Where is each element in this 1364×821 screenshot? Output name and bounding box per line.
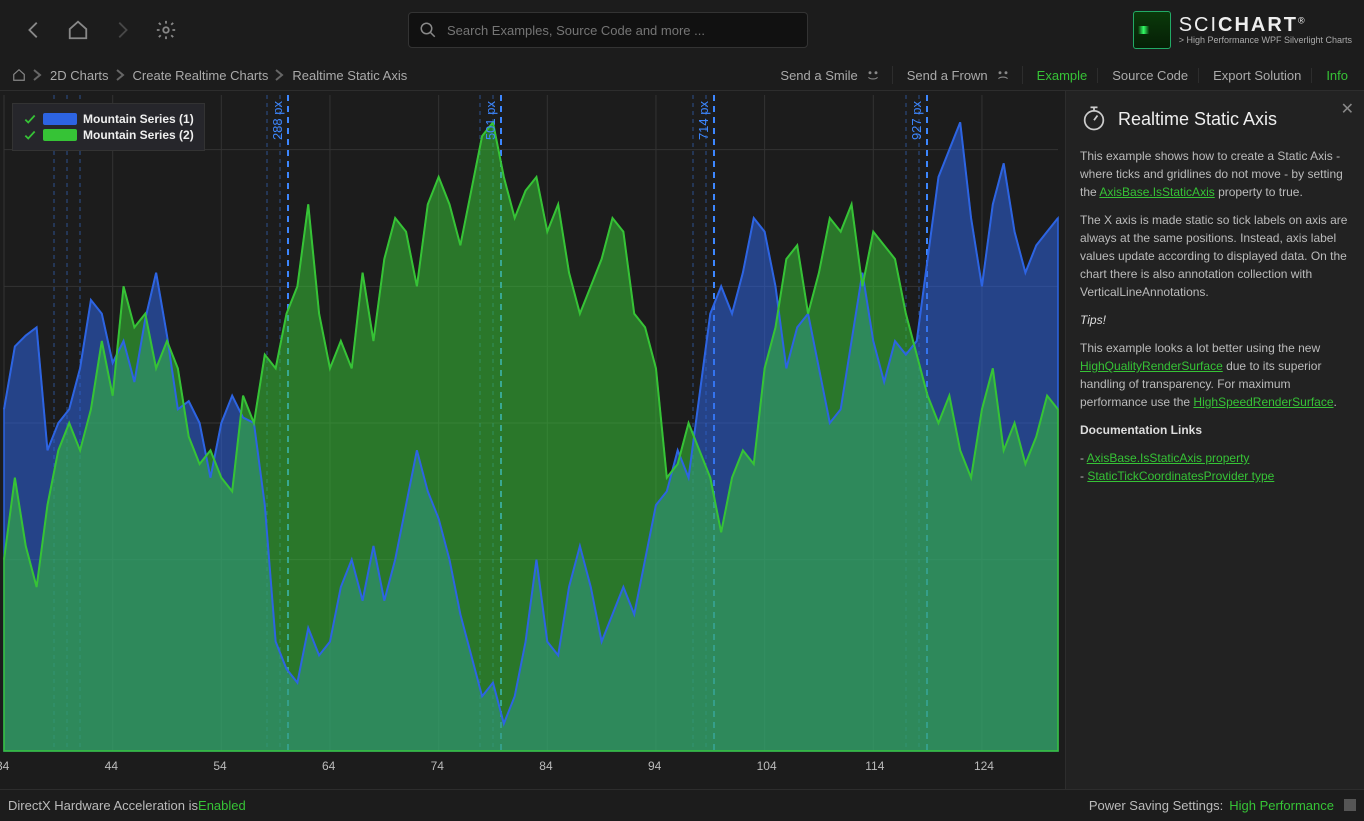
- search-wrap: [408, 12, 808, 48]
- logo: SCICHART® > High Performance WPF Silverl…: [1133, 11, 1352, 49]
- annotation-label: 927 px: [909, 101, 924, 140]
- legend: Mountain Series (1) Mountain Series (2): [12, 103, 205, 151]
- status-bar: DirectX Hardware Acceleration is Enabled…: [0, 789, 1364, 820]
- x-tick-label: 74: [431, 759, 444, 773]
- breadcrumb-2[interactable]: Realtime Static Axis: [286, 68, 413, 83]
- top-bar: SCICHART® > High Performance WPF Silverl…: [0, 0, 1364, 60]
- forward-button[interactable]: [108, 16, 136, 44]
- home-crumb[interactable]: [6, 68, 32, 82]
- breadcrumb-0[interactable]: 2D Charts: [44, 68, 115, 83]
- close-info-button[interactable]: ✕: [1341, 99, 1354, 119]
- x-tick-label: 64: [322, 759, 335, 773]
- x-tick-label: 34: [0, 759, 9, 773]
- link-hq-surface[interactable]: HighQualityRenderSurface: [1080, 359, 1223, 373]
- power-settings-button[interactable]: [1344, 799, 1356, 811]
- annotation-label: 501 px: [483, 101, 498, 140]
- x-tick-label: 124: [974, 759, 994, 773]
- stopwatch-icon: [1080, 105, 1108, 133]
- chart-pane[interactable]: 05101534445464748494104114124288 px501 p…: [0, 91, 1065, 789]
- x-tick-label: 94: [648, 759, 661, 773]
- search-box[interactable]: [408, 12, 808, 48]
- breadcrumb-bar: 2D Charts Create Realtime Charts Realtim…: [0, 60, 1364, 91]
- send-frown[interactable]: Send a Frown: [897, 66, 1023, 84]
- send-smile[interactable]: Send a Smile: [770, 66, 892, 84]
- legend-item-0[interactable]: Mountain Series (1): [23, 112, 194, 126]
- doc-link-1[interactable]: AxisBase.IsStaticAxis property: [1087, 451, 1250, 465]
- tab-info[interactable]: Info: [1316, 68, 1358, 83]
- annotation-label: 714 px: [696, 101, 711, 140]
- tab-example[interactable]: Example: [1027, 68, 1099, 83]
- breadcrumb-1[interactable]: Create Realtime Charts: [127, 68, 275, 83]
- search-icon: [419, 21, 437, 39]
- logo-icon: [1133, 11, 1171, 49]
- search-input[interactable]: [445, 22, 797, 39]
- x-tick-label: 84: [539, 759, 552, 773]
- chart-svg: [0, 91, 1094, 789]
- main: 05101534445464748494104114124288 px501 p…: [0, 91, 1364, 789]
- tab-source[interactable]: Source Code: [1102, 68, 1199, 83]
- legend-item-1[interactable]: Mountain Series (2): [23, 128, 194, 142]
- x-tick-label: 104: [757, 759, 777, 773]
- x-tick-label: 54: [213, 759, 226, 773]
- x-tick-label: 114: [865, 759, 884, 773]
- info-title: Realtime Static Axis: [1080, 105, 1350, 133]
- doc-link-2[interactable]: StaticTickCoordinatesProvider type: [1087, 469, 1274, 483]
- back-button[interactable]: [20, 16, 48, 44]
- x-tick-label: 44: [105, 759, 118, 773]
- link-hs-surface[interactable]: HighSpeedRenderSurface: [1193, 395, 1333, 409]
- annotation-label: 288 px: [270, 101, 285, 140]
- info-panel: ✕ Realtime Static Axis This example show…: [1065, 91, 1364, 789]
- settings-button[interactable]: [152, 16, 180, 44]
- link-isstaticaxis[interactable]: AxisBase.IsStaticAxis: [1099, 185, 1214, 199]
- home-button[interactable]: [64, 16, 92, 44]
- tab-export[interactable]: Export Solution: [1203, 68, 1312, 83]
